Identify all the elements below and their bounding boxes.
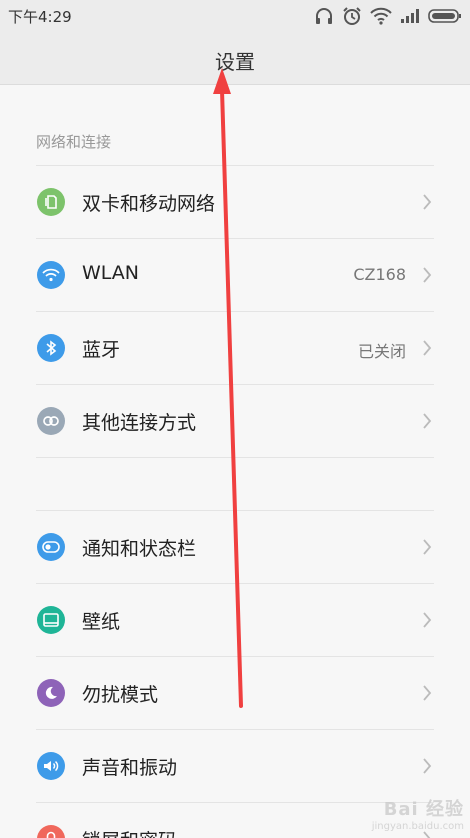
settings-item-label: WLAN xyxy=(82,262,140,284)
wifi-icon xyxy=(370,7,392,25)
settings-item-wallpaper[interactable]: 壁纸 xyxy=(36,583,434,656)
settings-item-label: 其他连接方式 xyxy=(82,412,197,434)
chevron-right-icon xyxy=(423,194,432,210)
settings-item-label: 蓝牙 xyxy=(82,339,121,361)
wifi-icon xyxy=(37,261,65,289)
baidu-watermark: Bai 经验 jingyan.baidu.com xyxy=(372,795,464,832)
moon-icon xyxy=(37,679,65,707)
chevron-right-icon xyxy=(423,413,432,429)
chevron-right-icon xyxy=(423,539,432,555)
settings-item-dual-sim[interactable]: 双卡和移动网络 xyxy=(36,165,434,238)
settings-item-other-connections[interactable]: 其他连接方式 xyxy=(36,384,434,457)
settings-item-wlan[interactable]: WLAN CZ168 xyxy=(36,238,434,311)
settings-item-label: 双卡和移动网络 xyxy=(82,193,216,215)
settings-item-value: CZ168 xyxy=(353,265,406,284)
wallpaper-icon xyxy=(37,606,65,634)
settings-item-notifications[interactable]: 通知和状态栏 xyxy=(36,510,434,583)
settings-item-bluetooth[interactable]: 蓝牙 已关闭 xyxy=(36,311,434,384)
lock-icon xyxy=(37,825,65,838)
chevron-right-icon xyxy=(423,685,432,701)
settings-item-value: 已关闭 xyxy=(357,342,406,361)
title-bar: 设置 xyxy=(0,34,470,85)
chevron-right-icon xyxy=(423,340,432,356)
status-bar: 下午4:29 xyxy=(0,0,470,34)
chevron-right-icon xyxy=(423,612,432,628)
toggle-icon xyxy=(37,533,65,561)
settings-item-label: 通知和状态栏 xyxy=(82,538,197,560)
section-header-network: 网络和连接 xyxy=(36,133,112,151)
status-icons xyxy=(314,5,462,27)
battery-icon xyxy=(428,8,462,24)
settings-item-label: 勿扰模式 xyxy=(82,684,159,706)
settings-item-label: 声音和振动 xyxy=(82,757,178,779)
chevron-right-icon xyxy=(423,831,431,838)
headphones-icon xyxy=(314,7,334,25)
speaker-icon xyxy=(37,752,65,780)
settings-item-sound[interactable]: 声音和振动 xyxy=(36,729,434,802)
sim-card-icon xyxy=(37,188,65,216)
settings-item-do-not-disturb[interactable]: 勿扰模式 xyxy=(36,656,434,729)
signal-icon xyxy=(400,8,420,24)
settings-screen: 下午4:29 设置 网络和连接 双卡和移动网络 WLAN CZ168 蓝牙 已关… xyxy=(0,0,470,838)
watermark-url: jingyan.baidu.com xyxy=(371,821,464,832)
chevron-right-icon xyxy=(423,758,432,774)
section-divider xyxy=(36,457,434,458)
bluetooth-icon xyxy=(37,334,65,362)
status-time: 下午4:29 xyxy=(8,8,72,26)
watermark-logo: Bai 经验 xyxy=(383,799,464,820)
settings-item-label: 锁屏和密码 xyxy=(82,826,177,838)
page-title: 设置 xyxy=(215,50,255,74)
link-icon xyxy=(37,407,65,435)
settings-item-label: 壁纸 xyxy=(82,611,121,633)
chevron-right-icon xyxy=(423,267,432,283)
alarm-icon xyxy=(342,6,362,26)
